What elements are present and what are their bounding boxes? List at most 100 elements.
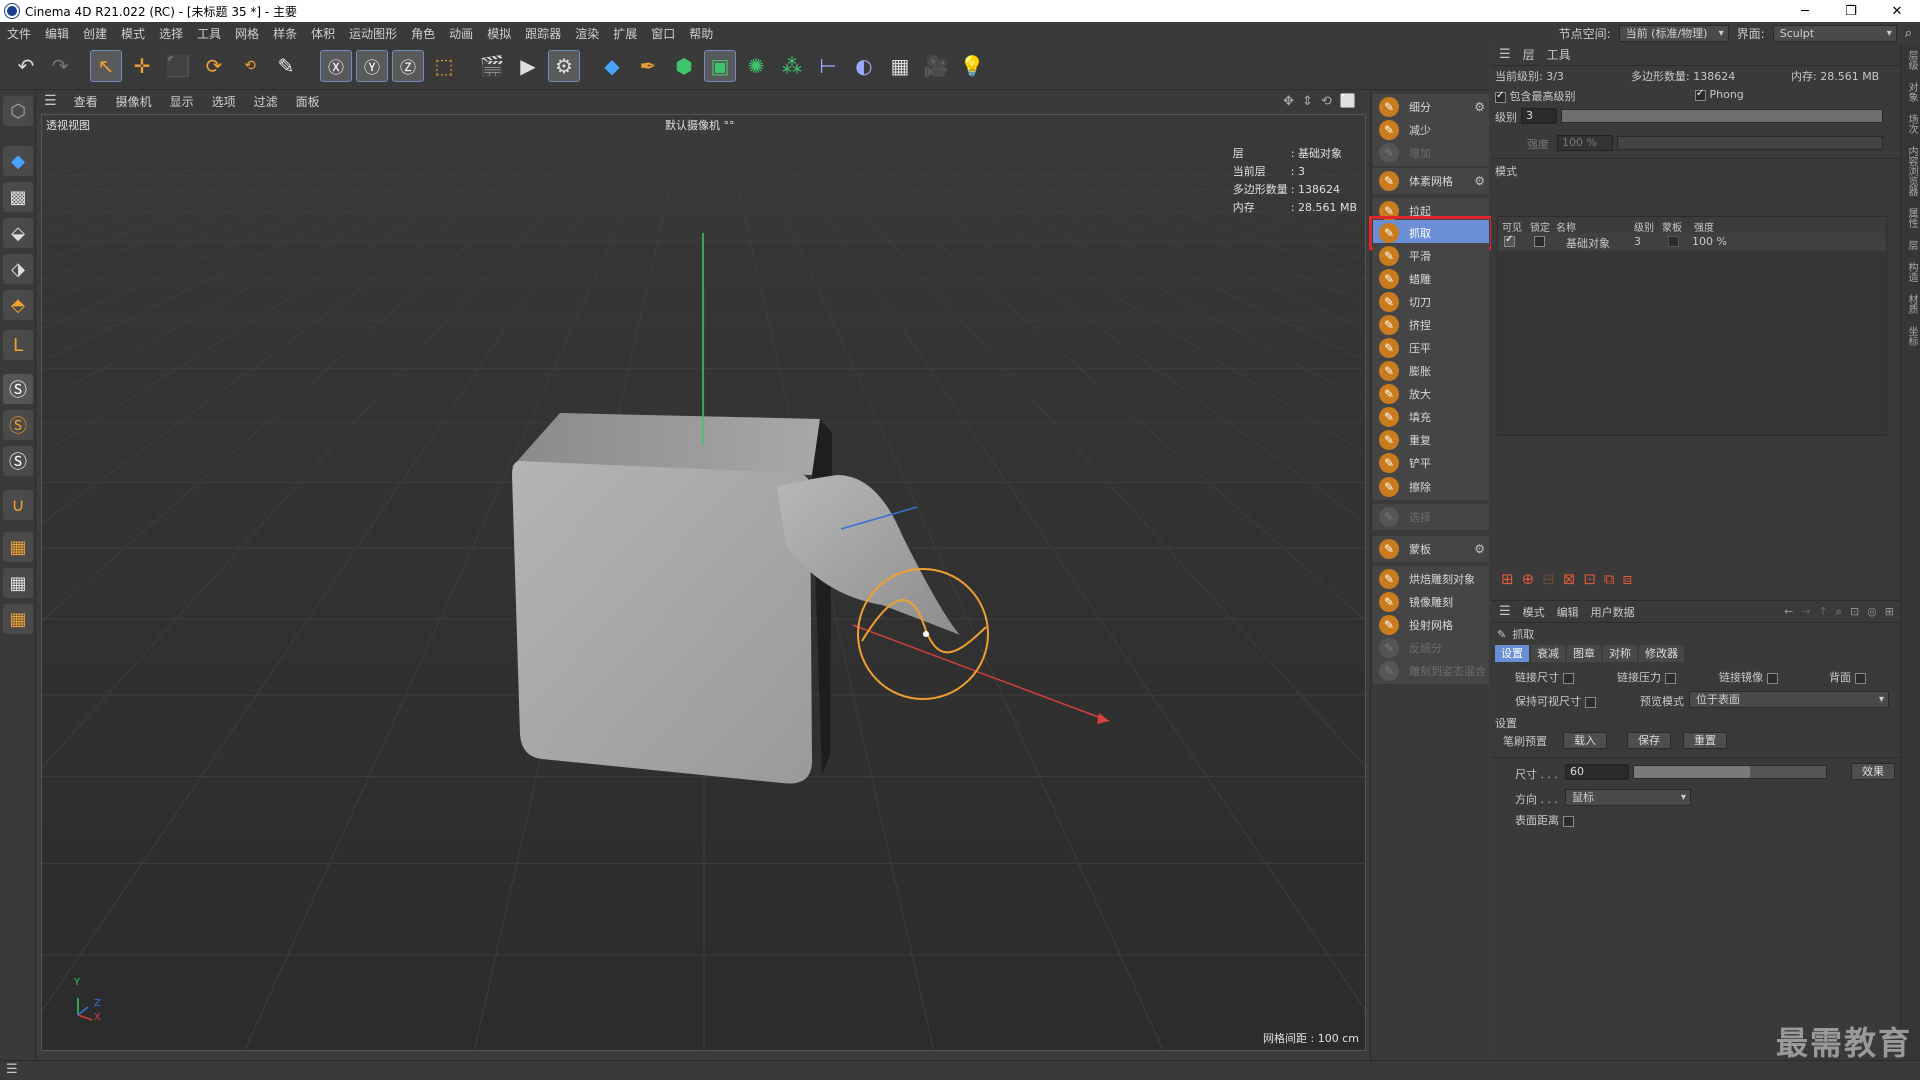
planar-workplane-icon[interactable]: ▦ [3, 604, 33, 634]
menu-item-3[interactable]: 模式 [114, 25, 152, 42]
menu-item-4[interactable]: 选择 [152, 25, 190, 42]
menu-item-8[interactable]: 体积 [304, 25, 342, 42]
tab-tools[interactable]: 工具 [1547, 46, 1571, 63]
link-size-checkbox[interactable] [1562, 672, 1574, 684]
mirror-layer-icon[interactable]: ⊡ [1583, 570, 1596, 588]
side-tab-5[interactable]: 层 [1901, 234, 1920, 256]
size-slider[interactable] [1633, 765, 1827, 779]
side-tab-8[interactable]: 坐标 [1901, 320, 1920, 352]
attr-menu-edit[interactable]: 编辑 [1557, 604, 1579, 620]
hamburger-icon[interactable]: ☰ [1499, 47, 1511, 62]
menu-item-6[interactable]: 网格 [228, 25, 266, 42]
menu-item-13[interactable]: 跟踪器 [518, 25, 568, 42]
target-icon[interactable]: ◎ [1867, 605, 1877, 619]
cloner-icon[interactable]: ⁂ [776, 50, 808, 82]
viewport-menu-item-0[interactable]: 查看 [65, 93, 107, 110]
table-row[interactable]: 基础对象 3 100 % [1498, 233, 1886, 251]
edges-mode-icon[interactable]: ⬗ [3, 254, 33, 284]
snap-settings-icon[interactable]: Ⓢ [3, 410, 33, 440]
direction-dropdown[interactable]: 鼠标 [1565, 789, 1691, 806]
texture-mode-icon[interactable]: ▩ [3, 182, 33, 212]
phong-checkbox[interactable] [1695, 88, 1706, 101]
floor-icon[interactable]: ▦ [884, 50, 916, 82]
sculpt-tool-18[interactable]: ✎ 蒙板 ⚙ [1373, 536, 1489, 562]
keep-visible-size-checkbox[interactable] [1584, 696, 1596, 708]
sculpt-tool-2[interactable]: ✎ 增加 [1373, 140, 1489, 166]
cube-primitive-icon[interactable]: ◆ [596, 50, 628, 82]
menu-item-16[interactable]: 窗口 [644, 25, 682, 42]
spline-pen-icon[interactable]: ✒ [632, 50, 664, 82]
render-view-icon[interactable]: ▶ [512, 50, 544, 82]
orbit-view-icon[interactable]: ⟲ [1321, 94, 1332, 109]
side-tab-0[interactable]: 层级 [1901, 44, 1920, 76]
menu-item-14[interactable]: 渲染 [568, 25, 606, 42]
z-axis-lock-icon[interactable]: Ⓩ [392, 50, 424, 82]
delete-layer-icon[interactable]: ⊟ [1542, 570, 1555, 588]
layer-column-header[interactable]: 蒙板 [1662, 219, 1682, 234]
select-cursor-icon[interactable]: ↖ [90, 50, 122, 82]
level-field[interactable]: 3 [1521, 108, 1557, 124]
camera-icon[interactable]: 🎥 [920, 50, 952, 82]
tab-layers[interactable]: 层 [1523, 46, 1535, 63]
add-layer-icon[interactable]: ⊞ [1501, 570, 1514, 588]
strength-slider[interactable] [1617, 136, 1883, 150]
side-tab-4[interactable]: 属性 [1901, 202, 1920, 234]
sculpt-tool-3[interactable]: ✎ 体素网格 ⚙ [1373, 168, 1489, 194]
move-icon[interactable]: ✛ [126, 50, 158, 82]
gear-icon[interactable]: ⚙ [1474, 542, 1485, 556]
menu-item-12[interactable]: 模拟 [480, 25, 518, 42]
pan-view-icon[interactable]: ✥ [1283, 94, 1294, 109]
y-axis-lock-icon[interactable]: Ⓨ [356, 50, 388, 82]
viewport-menu-item-3[interactable]: 选项 [203, 93, 245, 110]
field-icon[interactable]: ◐ [848, 50, 880, 82]
render-region-icon[interactable]: 🎬 [476, 50, 508, 82]
attr-tab-0[interactable]: 设置 [1495, 645, 1529, 662]
brush-icon[interactable]: ✎ [270, 50, 302, 82]
scale-icon[interactable]: ⬛ [162, 50, 194, 82]
copy-layer-icon[interactable]: ⧈ [1623, 570, 1633, 588]
side-tab-3[interactable]: 内容浏览器 [1901, 140, 1920, 202]
side-tab-1[interactable]: 对象 [1901, 76, 1920, 108]
menu-item-15[interactable]: 扩展 [606, 25, 644, 42]
viewport-camera[interactable]: 默认摄像机 °° [665, 117, 735, 133]
viewport-menu-item-5[interactable]: 面板 [287, 93, 329, 110]
menu-item-17[interactable]: 帮助 [682, 25, 720, 42]
model-mode-icon[interactable]: ◆ [3, 146, 33, 176]
link-mirror-checkbox[interactable] [1766, 672, 1778, 684]
menu-item-10[interactable]: 角色 [404, 25, 442, 42]
deformer-icon[interactable]: ⊢ [812, 50, 844, 82]
perspective-viewport[interactable]: 透视视图 默认摄像机 °° 层: 基础对象 当前层: 3 多边形数量: 138624… [41, 114, 1366, 1051]
undo-icon[interactable]: ↶ [10, 50, 42, 82]
surface-distance-checkbox[interactable] [1562, 815, 1574, 827]
magnet-icon[interactable]: ∪ [3, 490, 33, 520]
layer-column-header[interactable]: 强度 [1694, 219, 1714, 234]
make-editable-icon[interactable]: ⬡ [3, 96, 33, 126]
visible-checkbox[interactable] [1504, 234, 1515, 247]
attr-menu-mode[interactable]: 模式 [1523, 604, 1545, 620]
menu-item-2[interactable]: 创建 [76, 25, 114, 42]
layer-column-header[interactable]: 级别 [1634, 219, 1654, 234]
generator-icon[interactable]: ▣ [704, 50, 736, 82]
close-button[interactable]: ✕ [1874, 0, 1920, 22]
axis-mode-icon[interactable]: L [3, 330, 33, 360]
include-highest-checkbox[interactable] [1495, 90, 1506, 103]
restore-button[interactable]: ❐ [1828, 0, 1874, 22]
gear-icon[interactable]: ⚙ [1474, 174, 1485, 188]
workplane-icon[interactable]: ▦ [3, 532, 33, 562]
new-panel-icon[interactable]: ⊞ [1885, 605, 1894, 619]
light-icon[interactable]: 💡 [956, 50, 988, 82]
lock-checkbox[interactable] [1534, 236, 1545, 247]
menu-item-11[interactable]: 动画 [442, 25, 480, 42]
save-button[interactable]: 保存 [1627, 732, 1671, 749]
psr-icon[interactable]: ⟲ [234, 50, 266, 82]
rotate-icon[interactable]: ⟳ [198, 50, 230, 82]
layout-dropdown[interactable]: Sculpt [1772, 24, 1897, 42]
viewport-menu-item-1[interactable]: 摄像机 [107, 93, 161, 110]
forward-arrow-icon[interactable]: → [1801, 605, 1810, 619]
node-space-dropdown[interactable]: 当前 (标准/物理) [1618, 24, 1729, 42]
bake-layer-icon[interactable]: ⧉ [1604, 570, 1615, 588]
subdivision-surface-icon[interactable]: ⬢ [668, 50, 700, 82]
attr-tab-1[interactable]: 衰减 [1531, 645, 1565, 662]
effect-button[interactable]: 效果 [1851, 763, 1895, 780]
gear-icon[interactable]: ⚙ [1474, 100, 1485, 114]
